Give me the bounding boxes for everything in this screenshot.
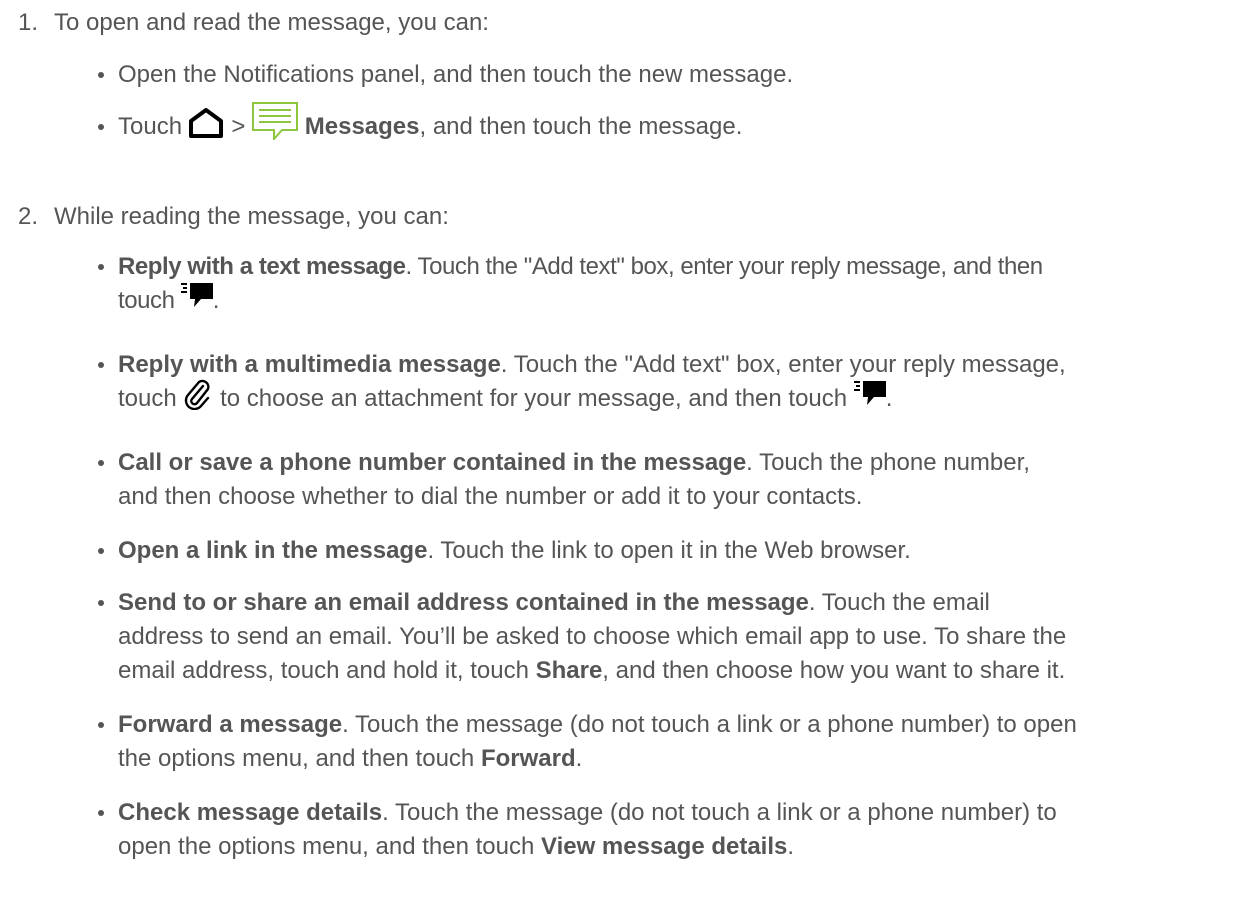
bullet-email-address: Send to or share an email address contai…: [98, 586, 1239, 688]
paperclip-icon: [185, 379, 210, 410]
bullet-end: .: [885, 385, 893, 412]
bullet-text-after: , and then touch the message.: [419, 113, 743, 140]
bullet-end: .: [787, 833, 795, 860]
bullet-bold: Send to or share an email address contai…: [118, 589, 809, 616]
bullet-text: address to send an email. You’ll be aske…: [118, 623, 1067, 650]
bullet-text: . Touch the phone number,: [746, 449, 1030, 476]
forward-label: Forward: [480, 745, 576, 772]
bullet-text-touch: Touch: [118, 113, 183, 140]
share-label: Share: [535, 657, 603, 684]
bullet-touch-messages: Touch > Messages, and then touch the mes…: [98, 101, 1239, 144]
bullet-text: touch: [118, 287, 175, 314]
bullet-text: . Touch the message (do not touch a link…: [342, 711, 1077, 738]
bullet-text: . Touch the message (do not touch a link…: [382, 799, 1057, 826]
messages-label: Messages: [304, 113, 420, 140]
bullet-text: Open the Notifications panel, and then t…: [118, 61, 794, 88]
home-icon: [188, 107, 223, 138]
bullet-forward-message: Forward a message. Touch the message (do…: [98, 708, 1239, 776]
bullet-bold: Check message details: [118, 799, 383, 826]
bullet-text: . Touch the email: [808, 589, 990, 616]
send-icon: [180, 282, 213, 307]
send-icon: [853, 380, 886, 405]
bullet-text: the options menu, and then touch: [118, 745, 475, 772]
bullet-text: open the options menu, and then touch: [118, 833, 535, 860]
bullet-text: email address, touch and hold it, touch: [118, 657, 529, 684]
bullet-call-save-number: Call or save a phone number contained in…: [98, 446, 1239, 514]
bullet-end: .: [212, 287, 220, 314]
bullet-reply-text: Reply with a text message. Touch the "Ad…: [98, 250, 1239, 318]
step-number: 2.: [17, 203, 38, 230]
step-2: 2. While reading the message, you can:: [0, 202, 449, 232]
bullet-bold: Reply with a text message: [118, 253, 406, 280]
bullet-text: to choose an attachment for your message…: [220, 385, 848, 412]
step-text: While reading the message, you can:: [54, 203, 449, 230]
bullet-bold: Open a link in the message: [118, 537, 428, 564]
bullet-open-notifications: Open the Notifications panel, and then t…: [98, 58, 1239, 92]
bullet-text: . Touch the link to open it in the Web b…: [427, 537, 911, 564]
bullet-text: touch: [118, 385, 177, 412]
bullet-end: .: [575, 745, 583, 772]
messages-app-icon: [252, 101, 299, 140]
bullet-reply-multimedia: Reply with a multimedia message. Touch t…: [98, 348, 1239, 416]
bullet-bold: Reply with a multimedia message: [118, 351, 501, 378]
bullet-message-details: Check message details. Touch the message…: [98, 796, 1239, 864]
separator: >: [231, 113, 246, 140]
step-1: 1. To open and read the message, you can:: [0, 8, 489, 38]
bullet-text: . Touch the "Add text" box, enter your r…: [500, 351, 1066, 378]
view-message-details-label: View message details: [541, 833, 788, 860]
bullet-bold: Forward a message: [118, 711, 343, 738]
bullet-text: . Touch the "Add text" box, enter your r…: [405, 253, 1044, 280]
bullet-bold: Call or save a phone number contained in…: [118, 449, 747, 476]
bullet-text: , and then choose how you want to share …: [602, 657, 1066, 684]
bullet-text: and then choose whether to dial the numb…: [118, 483, 863, 510]
step-number: 1.: [17, 9, 38, 36]
bullet-open-link: Open a link in the message. Touch the li…: [98, 534, 1239, 568]
step-text: To open and read the message, you can:: [54, 9, 489, 36]
